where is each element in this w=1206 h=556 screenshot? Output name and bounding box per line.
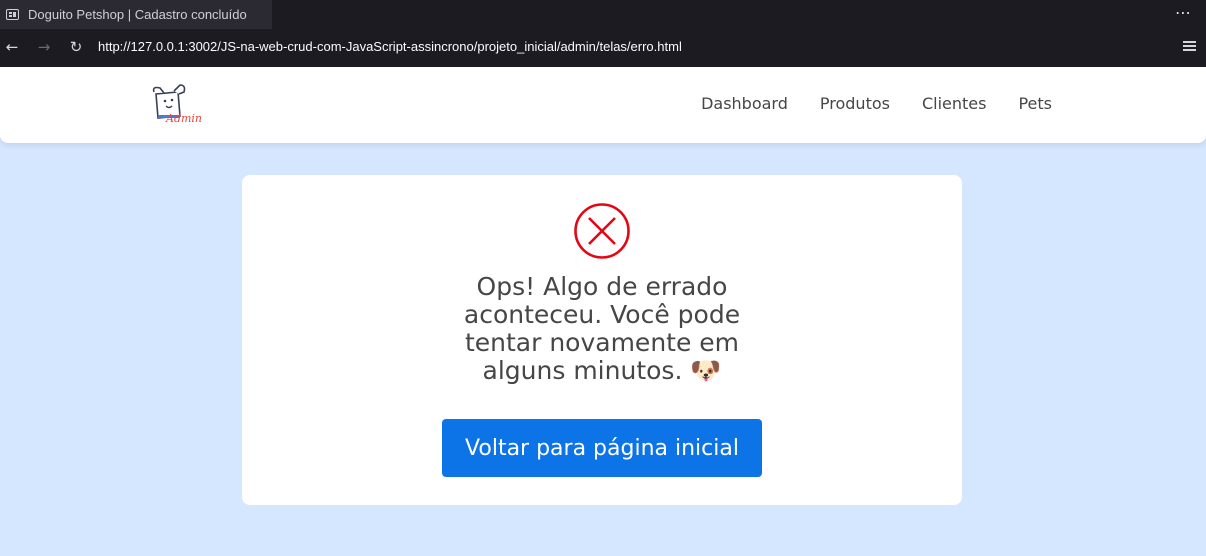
reload-icon[interactable]: ↻ xyxy=(66,37,86,57)
tab-title: Doguito Petshop | Cadastro concluído xyxy=(28,7,247,22)
more-icon[interactable]: ⋯ xyxy=(1175,3,1192,22)
site-header: Admin Dashboard Produtos Clientes Pets xyxy=(0,67,1206,143)
back-home-button[interactable]: Voltar para página inicial xyxy=(442,419,762,477)
nav-link-produtos[interactable]: Produtos xyxy=(820,94,890,113)
main-nav: Dashboard Produtos Clientes Pets xyxy=(701,94,1052,113)
browser-tab[interactable]: Doguito Petshop | Cadastro concluído xyxy=(0,0,272,29)
browser-tab-bar: Doguito Petshop | Cadastro concluído ⋯ xyxy=(0,0,1206,29)
back-arrow-icon[interactable]: ← xyxy=(2,37,22,57)
page-icon xyxy=(6,9,19,20)
error-card: Ops! Algo de errado aconteceu. Você pode… xyxy=(242,175,962,505)
forward-arrow-icon[interactable]: → xyxy=(34,37,54,57)
nav-link-dashboard[interactable]: Dashboard xyxy=(701,94,788,113)
browser-nav-bar: ← → ↻ http://127.0.0.1:3002/JS-na-web-cr… xyxy=(0,29,1206,67)
address-bar[interactable]: http://127.0.0.1:3002/JS-na-web-crud-com… xyxy=(98,39,682,54)
nav-link-pets[interactable]: Pets xyxy=(1018,94,1052,113)
logo-admin-text: Admin xyxy=(165,112,202,125)
nav-link-clientes[interactable]: Clientes xyxy=(922,94,987,113)
error-x-circle-icon xyxy=(574,203,630,259)
error-message: Ops! Algo de errado aconteceu. Você pode… xyxy=(463,272,741,385)
hamburger-menu-icon[interactable] xyxy=(1183,41,1196,53)
doguito-admin-logo[interactable]: Admin xyxy=(150,82,202,128)
